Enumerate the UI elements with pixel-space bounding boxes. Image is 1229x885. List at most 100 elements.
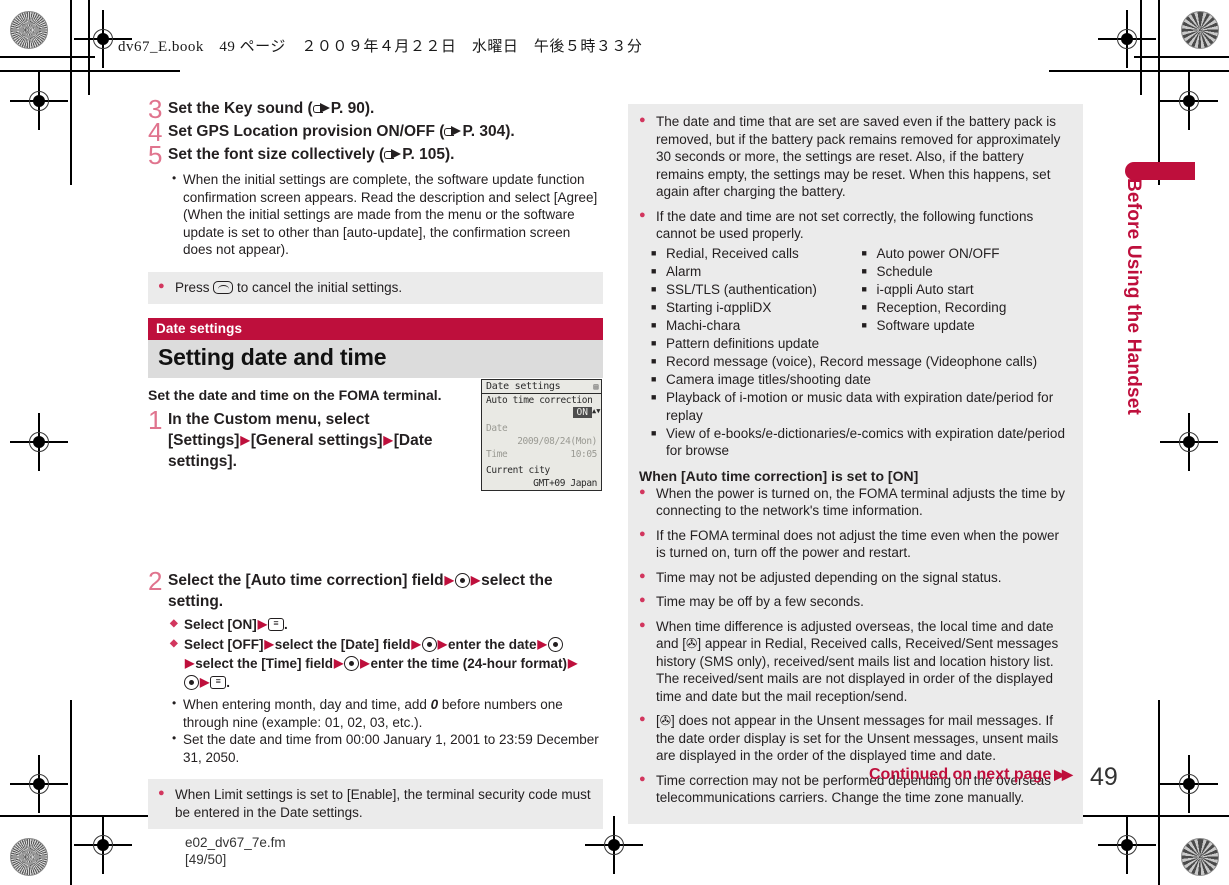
phone-field-auto-time-value: ON xyxy=(572,407,592,418)
note-box-cancel: Press to cancel the initial settings. xyxy=(148,271,603,304)
registration-target-icon xyxy=(10,413,68,471)
right-note-panel: The date and time that are set are saved… xyxy=(628,104,1083,824)
step-text-after: P. 304). xyxy=(462,123,515,140)
note-pre: When entering month, day and time, add xyxy=(183,697,431,712)
step-2-notes: When entering month, day and time, add 0… xyxy=(148,695,603,766)
step-2: 2 Select the [Auto time correction] fiel… xyxy=(148,568,603,612)
phone-field-auto-time-value-row: ON ▲▼ xyxy=(482,407,601,418)
phone-field-city-label: Current city xyxy=(486,465,550,476)
phone-field-date-label: Date xyxy=(486,423,508,434)
arrow-separator-icon: ▶ xyxy=(240,433,250,447)
right-notes-top: The date and time that are set are saved… xyxy=(639,112,1072,243)
option-time-field: select the [Time] field xyxy=(195,656,334,671)
registration-target-icon xyxy=(10,72,68,130)
list-item: Time may be off by a few seconds. xyxy=(639,592,1072,611)
registration-starburst-icon xyxy=(1181,838,1219,876)
list-item: Redial, Received calls xyxy=(651,245,862,263)
list-item: Schedule xyxy=(862,263,1073,281)
crop-mark-line xyxy=(1134,56,1229,58)
list-item: Machi-chara xyxy=(651,317,862,335)
phone-screen-mock: Date settings ▤ Auto time correction ON ▲… xyxy=(481,379,602,491)
section-banner-title: Setting date and time xyxy=(148,340,603,378)
registration-target-icon xyxy=(74,10,132,68)
registration-starburst-icon xyxy=(10,11,48,49)
step-text-before: Set the font size collectively ( xyxy=(168,146,385,163)
note-text-after: to cancel the initial settings. xyxy=(233,279,403,295)
list-item: Set the date and time from 00:00 January… xyxy=(170,730,603,766)
hand-pointer-icon xyxy=(384,148,402,160)
step2-part1: Select the [Auto time correction] field xyxy=(168,572,444,589)
list-item: Press to cancel the initial settings. xyxy=(158,278,593,297)
crop-mark-line xyxy=(70,700,72,885)
list-item: If the date and time are not set correct… xyxy=(639,207,1072,243)
list-item: Reception, Recording xyxy=(862,299,1073,317)
crop-mark-line xyxy=(0,56,95,58)
option-enter-time: enter the time (24-hour format) xyxy=(370,656,568,671)
continued-text: Continued on next page xyxy=(869,766,1052,783)
phone-time-label-text: Time xyxy=(486,449,508,460)
registration-target-icon xyxy=(10,755,68,813)
registration-target-icon xyxy=(1160,413,1218,471)
list-item: When Limit settings is set to [Enable], … xyxy=(158,785,593,821)
crop-mark-line xyxy=(1049,70,1229,72)
list-item: Time may not be adjusted depending on th… xyxy=(639,568,1072,587)
function-list-right: Auto power ON/OFF Schedule i-αppli Auto … xyxy=(862,245,1073,335)
option-select-off: Select [OFF] xyxy=(184,637,264,652)
page-number: 49 xyxy=(1090,763,1118,791)
phone-screen-titlebar: Date settings ▤ xyxy=(482,380,601,394)
registration-starburst-icon xyxy=(1181,11,1219,49)
arrow-separator-icon: ▶ xyxy=(264,637,274,651)
note-text-before: Press xyxy=(175,279,214,295)
option-enter-date: enter the date xyxy=(448,637,537,652)
step-text: Set the Key sound ( P. 90). xyxy=(168,98,603,119)
step-5-notes: When the initial settings are complete, … xyxy=(148,170,603,259)
list-item: Record message (voice), Record message (… xyxy=(651,353,1072,371)
list-item: Select [OFF]▶select the [Date] field▶▶en… xyxy=(170,635,603,692)
list-item: When the power is turned on, the FOMA te… xyxy=(639,484,1072,520)
arrow-separator-icon: ▶ xyxy=(383,433,393,447)
step1-part2: [General settings] xyxy=(250,432,383,449)
list-item: Camera image titles/shooting date xyxy=(651,371,1072,389)
center-key-icon xyxy=(454,573,470,588)
registration-target-icon xyxy=(1098,816,1156,874)
step-text-before: Set the Key sound ( xyxy=(168,100,313,117)
list-item: View of e-books/e-dictionaries/e-comics … xyxy=(651,425,1072,460)
arrow-separator-icon: ▶ xyxy=(185,656,195,670)
list-item: Auto power ON/OFF xyxy=(862,245,1073,263)
registration-starburst-icon xyxy=(10,838,48,876)
phone-field-time-value: 10:05 xyxy=(570,449,597,460)
registration-target-icon xyxy=(1160,755,1218,813)
right-column: The date and time that are set are saved… xyxy=(628,104,1083,824)
crop-mark-line xyxy=(1158,700,1160,885)
phone-screen-title: Date settings xyxy=(486,381,561,392)
spinner-icon: ▲▼ xyxy=(592,407,601,415)
right-subheading: When [Auto time correction] is set to [O… xyxy=(639,467,919,484)
list-item: Select [ON]▶. xyxy=(170,615,603,634)
crop-mark-line xyxy=(70,0,72,185)
step-text: In the Custom menu, select [Settings]▶[G… xyxy=(168,409,493,472)
center-key-icon xyxy=(547,637,563,652)
hand-pointer-icon xyxy=(444,125,462,137)
function-key-icon xyxy=(210,676,227,689)
double-arrow-icon: ▶▶ xyxy=(1054,766,1072,782)
step-text-after: P. 90). xyxy=(330,100,375,117)
file-page-range: [49/50] xyxy=(185,852,227,867)
arrow-separator-icon: ▶ xyxy=(334,656,344,670)
center-key-icon xyxy=(421,637,437,652)
option-select-on: Select [ON] xyxy=(184,617,257,632)
arrow-separator-icon: ▶ xyxy=(200,675,210,689)
step-text: Set GPS Location provision ON/OFF (P. 30… xyxy=(168,121,603,142)
list-item: If the FOMA terminal does not adjust the… xyxy=(639,526,1072,562)
step-number: 5 xyxy=(148,140,163,170)
phone-field-auto-time-label: Auto time correction xyxy=(486,395,593,406)
arrow-separator-icon: ▶ xyxy=(444,573,454,587)
crop-mark-line xyxy=(1158,0,1160,185)
step-text: Select the [Auto time correction] field▶… xyxy=(168,570,603,612)
list-item: [✇] does not appear in the Unsent messag… xyxy=(639,711,1072,765)
crop-mark-line xyxy=(0,70,180,72)
phone-field-time-label: Time 10:05 xyxy=(482,448,601,461)
center-key-icon xyxy=(184,675,199,690)
option-date-field: select the [Date] field xyxy=(274,637,411,652)
list-item: When entering month, day and time, add 0… xyxy=(170,695,603,731)
function-list-wide: Pattern definitions update Record messag… xyxy=(639,335,1072,460)
